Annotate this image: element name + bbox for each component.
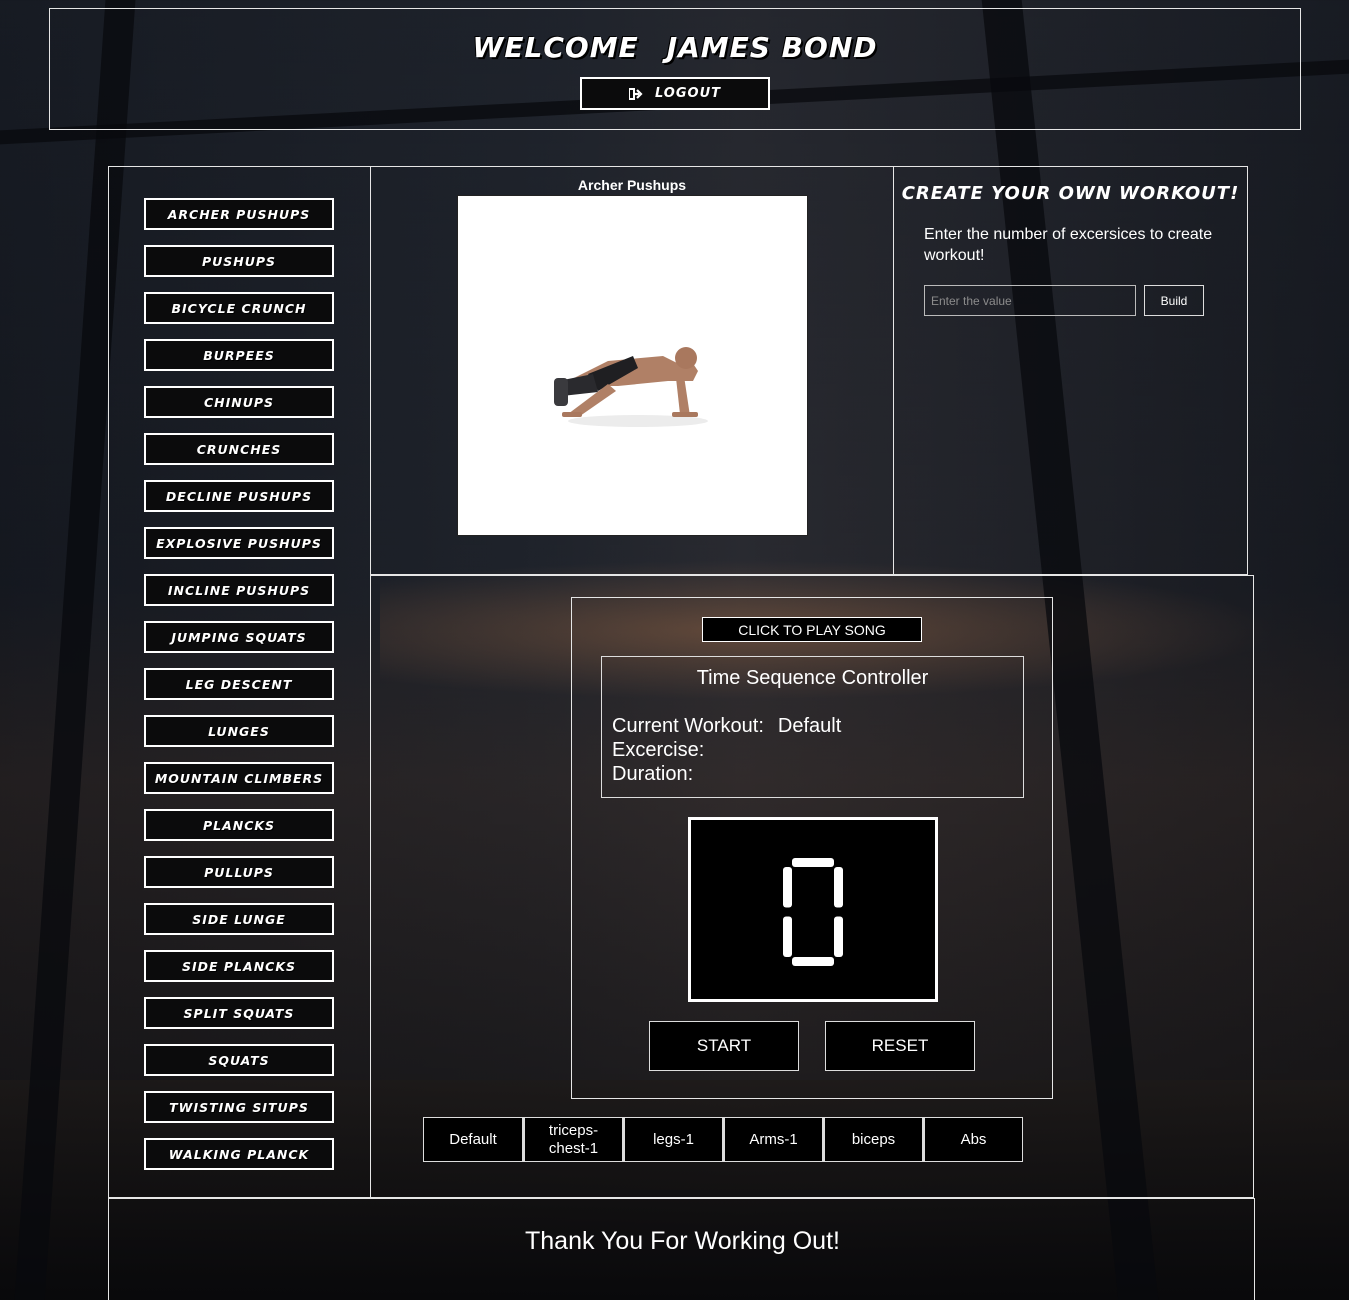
timer-segment-b	[834, 867, 843, 908]
exercise-count-input[interactable]	[924, 285, 1136, 316]
timer-segment-c	[834, 916, 843, 957]
reset-button[interactable]: RESET	[825, 1021, 975, 1071]
exercise-button-leg-descent[interactable]: LEG DESCENT	[144, 668, 334, 700]
exercise-button-chinups[interactable]: CHINUPS	[144, 386, 334, 418]
workout-tabs: Default triceps-chest-1 legs-1 Arms-1 biceps…	[423, 1117, 1023, 1162]
duration-label: Duration:	[612, 763, 694, 785]
exercise-button-plancks[interactable]: PLANCKS	[144, 809, 334, 841]
workout-tab-abs[interactable]: Abs	[923, 1117, 1023, 1162]
exercise-button-archer-pushups[interactable]: ARCHER PUSHUPS	[144, 198, 334, 230]
exercise-button-split-squats[interactable]: SPLIT SQUATS	[144, 997, 334, 1029]
timer-segment-e	[783, 916, 792, 957]
workout-tab-triceps-chest-1[interactable]: triceps-chest-1	[523, 1117, 623, 1162]
header-panel: WELCOME JAMES BOND LOGOUT	[49, 8, 1301, 130]
current-workout-label: Current Workout:	[612, 715, 764, 737]
exercise-button-bicycle-crunch[interactable]: BICYCLE CRUNCH	[144, 292, 334, 324]
sequence-title: Time Sequence Controller	[696, 667, 929, 689]
timer-seven-segment-display	[783, 858, 843, 966]
exercise-button-decline-pushups[interactable]: DECLINE PUSHUPS	[144, 480, 334, 512]
exercise-button-burpees[interactable]: BURPEES	[144, 339, 334, 371]
footer-panel: Thank You For Working Out!	[108, 1198, 1255, 1300]
create-workout-panel: CREATE YOUR OWN WORKOUT! Enter the numbe…	[893, 166, 1248, 575]
exercise-button-crunches[interactable]: CRUNCHES	[144, 433, 334, 465]
build-button[interactable]: Build	[1144, 285, 1204, 316]
current-workout-value: Default	[777, 715, 842, 737]
exercise-sidebar: ARCHER PUSHUPS PUSHUPS BICYCLE CRUNCH BURPE…	[108, 166, 371, 1198]
logout-button[interactable]: LOGOUT	[580, 77, 770, 110]
controller-panel: CLICK TO PLAY SONG Time Sequence Control…	[571, 597, 1053, 1099]
welcome-text: WELCOME	[472, 31, 639, 64]
workout-tab-arms-1[interactable]: Arms-1	[723, 1117, 823, 1162]
exercise-image	[457, 195, 808, 536]
preview-title: Archer Pushups	[577, 177, 687, 193]
exercise-button-lunges[interactable]: LUNGES	[144, 715, 334, 747]
exercise-button-mountain-climbers[interactable]: MOUNTAIN CLIMBERS	[144, 762, 334, 794]
exercise-label: Excercise:	[612, 739, 705, 761]
pushup-figure-illustration	[554, 347, 708, 427]
play-song-button[interactable]: CLICK TO PLAY SONG	[702, 617, 922, 642]
exercise-button-walking-planck[interactable]: WALKING PLANCK	[144, 1138, 334, 1170]
start-button[interactable]: START	[649, 1021, 799, 1071]
timer-segment-d	[792, 957, 834, 966]
exercise-button-explosive-pushups[interactable]: EXPLOSIVE PUSHUPS	[144, 527, 334, 559]
exercise-button-side-plancks[interactable]: SIDE PLANCKS	[144, 950, 334, 982]
timer-segment-a	[792, 858, 834, 867]
workout-tab-legs-1[interactable]: legs-1	[623, 1117, 723, 1162]
exercise-button-jumping-squats[interactable]: JUMPING SQUATS	[144, 621, 334, 653]
footer-message: Thank You For Working Out!	[525, 1227, 840, 1255]
timer-segment-f	[783, 867, 792, 908]
current-workout-row: Current Workout: Default	[612, 715, 841, 738]
workout-tab-default[interactable]: Default	[423, 1117, 523, 1162]
user-name: JAMES BOND	[666, 31, 878, 64]
logout-label: LOGOUT	[654, 86, 722, 101]
sign-out-icon	[628, 87, 643, 100]
workout-tab-biceps[interactable]: biceps	[823, 1117, 923, 1162]
exercise-button-pushups[interactable]: PUSHUPS	[144, 245, 334, 277]
time-sequence-box: Time Sequence Controller Current Workout…	[601, 656, 1024, 798]
welcome-heading: WELCOME JAMES BOND	[50, 31, 1300, 64]
exercise-preview-panel: Archer Pushups	[370, 166, 894, 575]
exercise-button-squats[interactable]: SQUATS	[144, 1044, 334, 1076]
create-workout-description: Enter the number of excersices to create…	[924, 226, 1213, 264]
exercise-button-side-lunge[interactable]: SIDE LUNGE	[144, 903, 334, 935]
exercise-button-pullups[interactable]: PULLUPS	[144, 856, 334, 888]
exercise-button-twisting-situps[interactable]: TWISTING SITUPS	[144, 1091, 334, 1123]
countdown-timer	[688, 817, 938, 1002]
create-workout-title: CREATE YOUR OWN WORKOUT!	[901, 183, 1240, 204]
exercise-button-incline-pushups[interactable]: INCLINE PUSHUPS	[144, 574, 334, 606]
